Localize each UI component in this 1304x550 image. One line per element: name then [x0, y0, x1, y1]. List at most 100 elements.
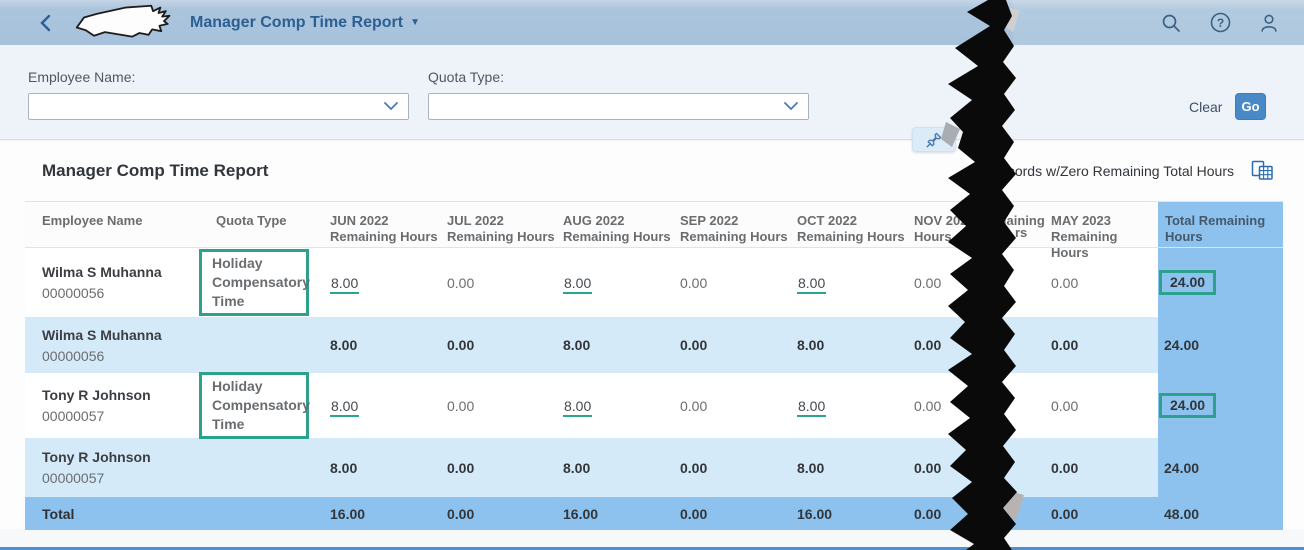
column-header-oct-2022[interactable]: OCT 2022 Remaining Hours [794, 202, 911, 247]
may-value-cell: 0.00 [1048, 337, 1158, 353]
employee-cell: Tony R Johnson 00000057 [25, 373, 213, 438]
table-toolbar: Manager Comp Time Report ecords w/Zero R… [0, 141, 1304, 201]
employee-cell: Wilma S Muhanna 00000056 [25, 248, 213, 317]
total-value-cell: 24.00 [1158, 248, 1283, 317]
report-content: Manager Comp Time Report ecords w/Zero R… [0, 141, 1304, 550]
pin-header-button[interactable] [912, 127, 956, 152]
employee-id: 00000057 [42, 470, 213, 486]
shell-header: Manager Comp Time Report ▼ ? [0, 0, 1304, 45]
export-to-spreadsheet-button[interactable] [1250, 160, 1274, 182]
search-button[interactable] [1160, 12, 1182, 34]
title-dropdown-icon: ▼ [410, 17, 420, 28]
employee-name-combobox[interactable] [28, 93, 409, 120]
column-header-aug-2022[interactable]: AUG 2022 Remaining Hours [560, 202, 677, 247]
shell-actions: ? [1160, 0, 1280, 45]
report-panel: Manager Comp Time Report ecords w/Zero R… [0, 141, 1304, 529]
aug-value-cell: 8.00 [560, 337, 677, 353]
jun-value-cell: 8.00 [327, 398, 444, 414]
employee-name-input[interactable] [29, 94, 384, 119]
nov-total-cell: 0.00 [911, 506, 1048, 522]
oct-value-cell: 8.00 [794, 398, 911, 414]
north-carolina-logo [72, 3, 176, 43]
sep-value-cell: 0.00 [677, 398, 794, 414]
total-highlight-box: 24.00 [1159, 393, 1216, 418]
hours-drilldown-link[interactable]: 8.00 [797, 275, 826, 294]
nov-value-cell: 0.00 [911, 460, 1048, 476]
zero-records-toggle-label[interactable]: ecords w/Zero Remaining Total Hours [1000, 163, 1234, 179]
hours-drilldown-link[interactable]: 8.00 [330, 398, 359, 417]
employee-cell: Wilma S Muhanna 00000056 [25, 317, 213, 373]
aug-value-cell: 8.00 [560, 275, 677, 291]
jun-value-cell: 8.00 [327, 337, 444, 353]
profile-button[interactable] [1258, 12, 1280, 34]
help-button[interactable]: ? [1209, 12, 1231, 34]
comp-time-table: Employee Name Quota Type JUN 2022 Remain… [25, 201, 1283, 530]
svg-text:?: ? [1216, 16, 1223, 30]
column-header-jun-2022[interactable]: JUN 2022 Remaining Hours [327, 202, 444, 247]
jul-value-cell: 0.00 [444, 275, 560, 291]
employee-name: Tony R Johnson [42, 387, 213, 403]
jul-total-cell: 0.00 [444, 506, 560, 522]
table-row: Wilma S Muhanna 00000056 Holiday Compens… [25, 248, 1283, 317]
employee-name: Tony R Johnson [42, 449, 213, 465]
quota-type-combobox[interactable] [428, 93, 809, 120]
may-total-cell: 0.00 [1048, 506, 1158, 522]
quota-type-input[interactable] [429, 94, 784, 119]
hours-drilldown-link[interactable]: 8.00 [563, 275, 592, 294]
column-header-employee-name[interactable]: Employee Name [25, 202, 213, 247]
report-section-title: Manager Comp Time Report [42, 161, 268, 181]
toolbar-right: ecords w/Zero Remaining Total Hours [1000, 160, 1274, 182]
chevron-down-icon [784, 102, 798, 111]
clear-button[interactable]: Clear [1183, 95, 1228, 119]
export-spreadsheet-icon [1251, 160, 1274, 181]
jun-total-cell: 16.00 [327, 506, 444, 522]
hours-drilldown-link[interactable]: 8.00 [563, 398, 592, 417]
may-value-cell: 0.00 [1048, 275, 1158, 291]
quota-type-cell: Holiday Compensatory Time [213, 373, 327, 438]
column-header-total-remaining[interactable]: Total Remaining Hours [1158, 202, 1283, 247]
employee-cell: Tony R Johnson 00000057 [25, 438, 213, 497]
column-header-nov-2022[interactable]: NOV 2022 Remaining Hours [911, 202, 1048, 247]
column-header-may-2023[interactable]: MAY 2023 Remaining Hours [1048, 202, 1158, 247]
employee-id: 00000056 [42, 348, 213, 364]
employee-name: Wilma S Muhanna [42, 327, 213, 343]
sep-value-cell: 0.00 [677, 337, 794, 353]
jul-value-cell: 0.00 [444, 460, 560, 476]
employee-id: 00000057 [42, 408, 213, 424]
torn-column-header-fragment: rs [1015, 225, 1027, 240]
employee-id: 00000056 [42, 285, 213, 301]
quota-type-highlight-box: Holiday Compensatory Time [199, 249, 309, 316]
app-title: Manager Comp Time Report [190, 14, 403, 32]
sep-total-cell: 0.00 [677, 506, 794, 522]
table-row: Tony R Johnson 00000057 Holiday Compensa… [25, 373, 1283, 438]
table-header-row: Employee Name Quota Type JUN 2022 Remain… [25, 202, 1283, 248]
manager-comp-time-report-page: Manager Comp Time Report ▼ ? [0, 0, 1304, 550]
chevron-down-icon [384, 102, 398, 111]
oct-value-cell: 8.00 [794, 337, 911, 353]
jun-value-cell: 8.00 [327, 460, 444, 476]
column-header-sep-2022[interactable]: SEP 2022 Remaining Hours [677, 202, 794, 247]
nov-value-cell: 0.00 [911, 337, 1048, 353]
back-button[interactable] [34, 13, 56, 33]
table-row-subtotal: Tony R Johnson 00000057 8.00 0.00 8.00 0… [25, 438, 1283, 497]
sep-value-cell: 0.00 [677, 460, 794, 476]
oct-total-cell: 16.00 [794, 506, 911, 522]
may-value-cell: 0.00 [1048, 398, 1158, 414]
hours-drilldown-link[interactable]: 8.00 [330, 275, 359, 294]
column-header-quota-type[interactable]: Quota Type [213, 202, 327, 247]
go-button[interactable]: Go [1235, 93, 1266, 120]
total-highlight-box: 24.00 [1159, 270, 1216, 295]
column-header-jul-2022[interactable]: JUL 2022 Remaining Hours [444, 202, 560, 247]
app-title-menu[interactable]: Manager Comp Time Report ▼ [190, 14, 420, 32]
quota-type-highlight-box: Holiday Compensatory Time [199, 372, 309, 439]
nov-value-cell: 0.00 [911, 275, 1048, 291]
quota-type-cell: Holiday Compensatory Time [213, 248, 327, 317]
back-chevron-icon [38, 14, 52, 32]
employee-name-label: Employee Name: [28, 69, 135, 85]
hours-drilldown-link[interactable]: 8.00 [797, 398, 826, 417]
employee-name: Wilma S Muhanna [42, 264, 213, 280]
jul-value-cell: 0.00 [444, 398, 560, 414]
sep-value-cell: 0.00 [677, 275, 794, 291]
aug-total-cell: 16.00 [560, 506, 677, 522]
table-total-row: Total 16.00 0.00 16.00 0.00 16.00 0.00 0… [25, 497, 1283, 530]
